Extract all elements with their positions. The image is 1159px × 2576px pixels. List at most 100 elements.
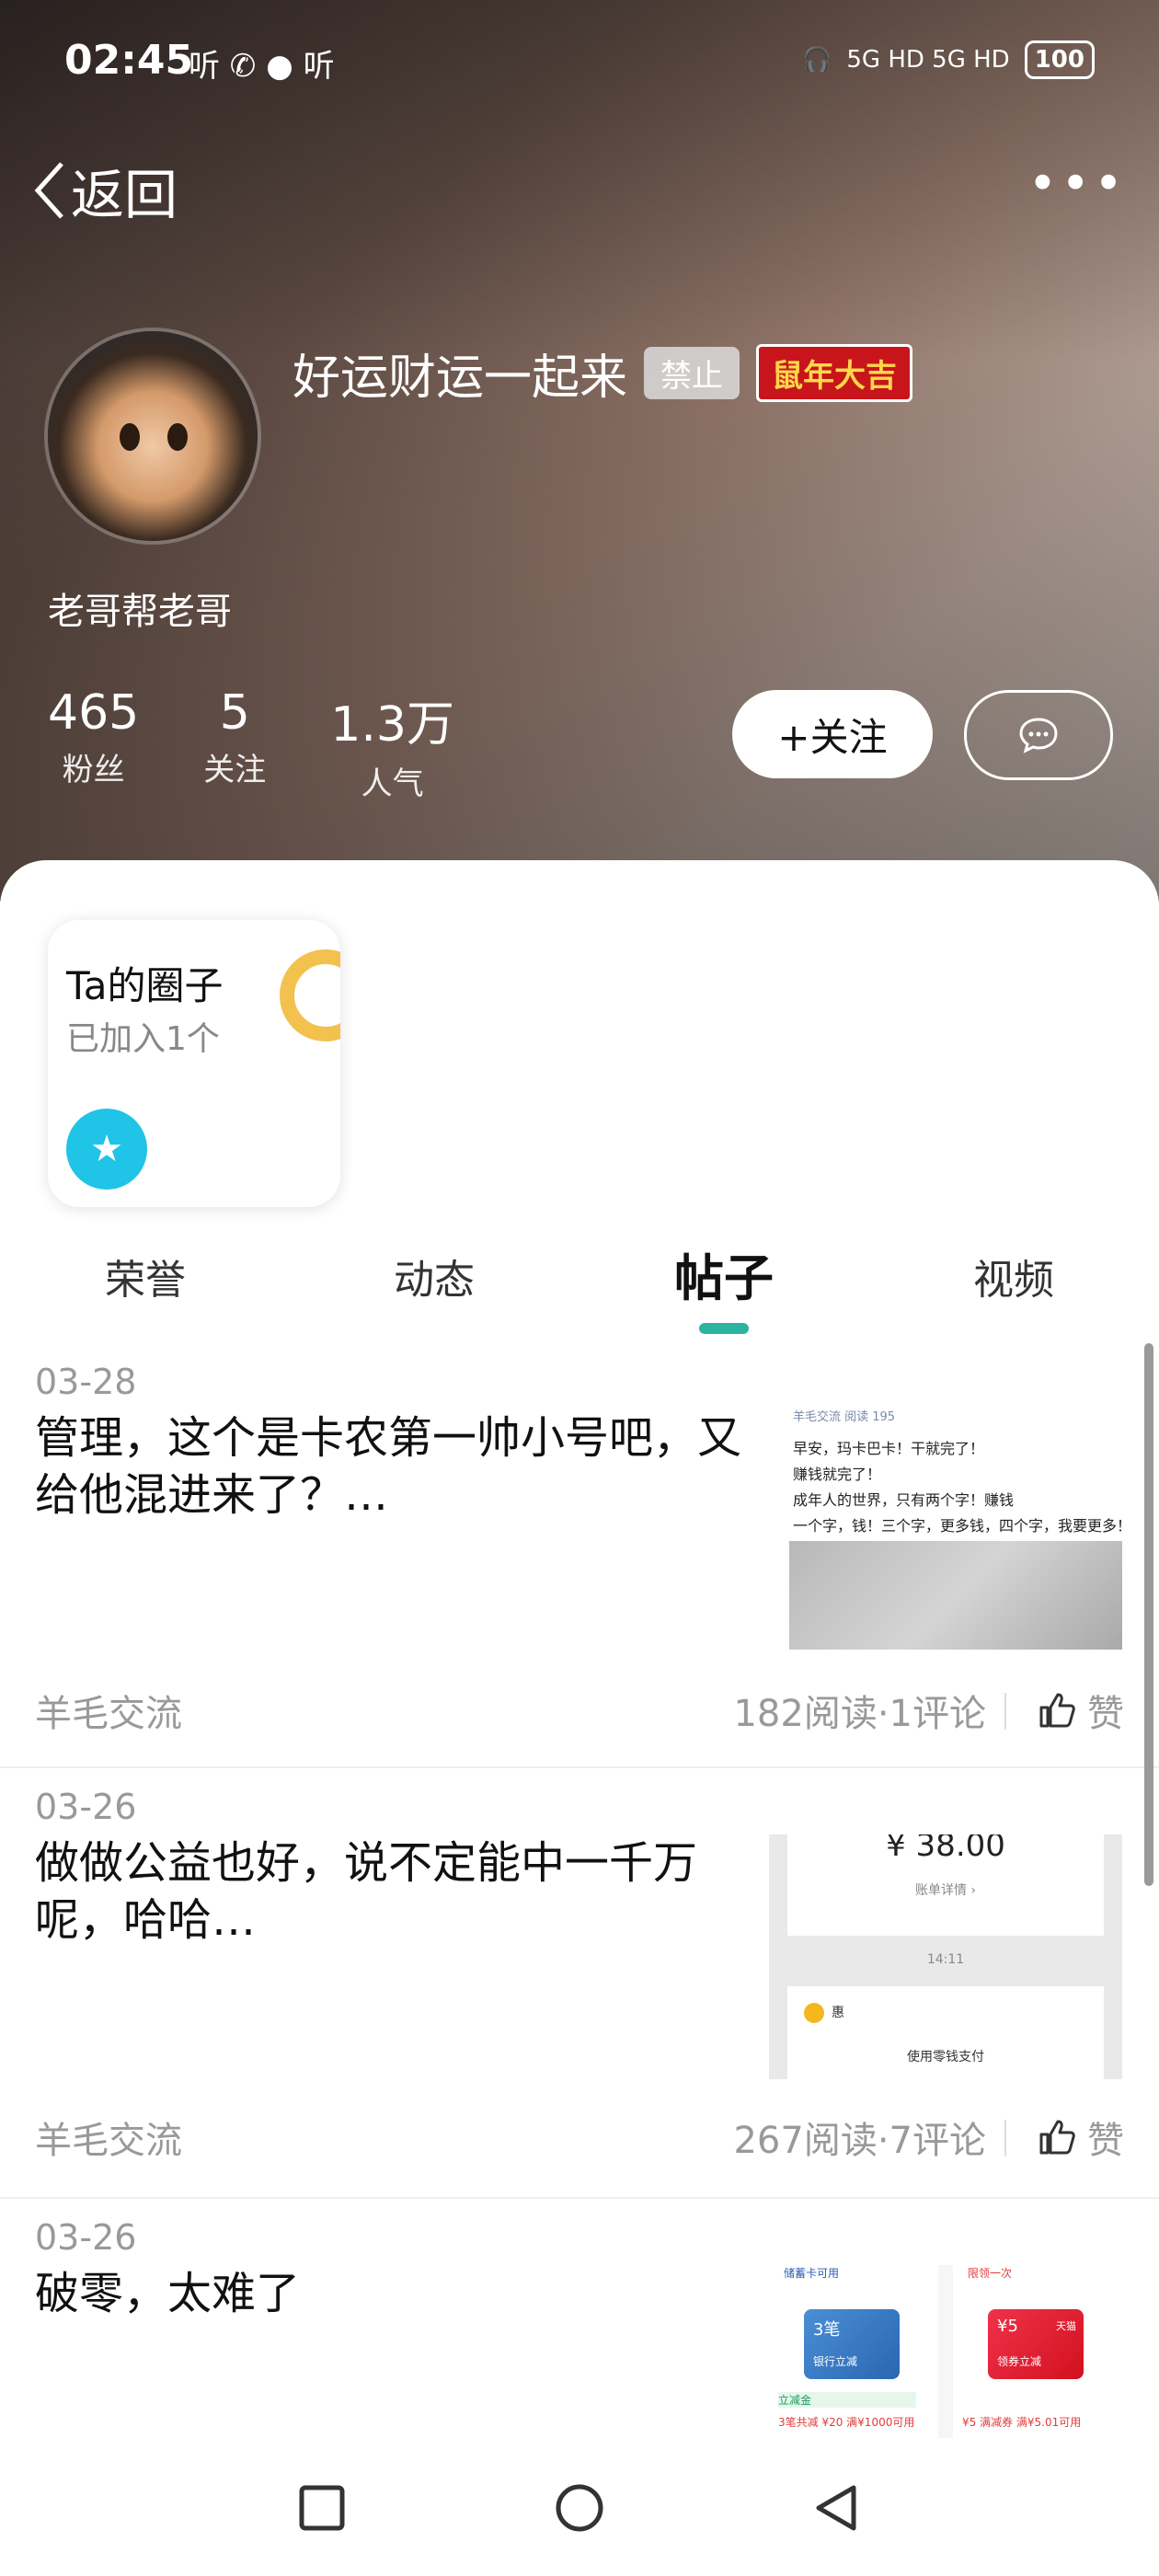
avatar-eye — [120, 423, 140, 451]
stat-label: 粉丝 — [62, 752, 125, 788]
post-item[interactable]: 03-26 做做公益也好，说不定能中一千万呢，哈哈… ¥ 38.00 账单详情 … — [0, 1768, 1159, 2199]
thumb-line: 成年人的世界，只有两个字！赚钱 — [793, 1491, 1015, 1509]
post-date: 03-26 — [35, 2217, 137, 2258]
thumb-coupon-right: 限领一次 ¥5 天猫 领券立减 ¥5 满减券 满¥5.01可用 — [953, 2265, 1122, 2438]
profile-stats: 465 粉丝 5 关注 1.3万 人气 — [48, 685, 454, 803]
circle-card[interactable]: Ta的圈子 已加入1个 ★ — [48, 920, 340, 1207]
divider — [1004, 2120, 1006, 2156]
thumb-line: ¥5 — [997, 2317, 1018, 2336]
avatar-eye — [167, 423, 188, 451]
bio: 老哥帮老哥 — [48, 591, 232, 633]
thumb-line: 天猫 — [1056, 2320, 1076, 2332]
headphone-icon: 🎧 — [802, 46, 832, 74]
circle-ring-icon — [280, 949, 340, 1041]
thumb-line: 银行立减 — [813, 2355, 858, 2368]
post-item[interactable]: 03-28 管理，这个是卡农第一帅小号吧，又给他混进来了？… 羊毛交流 阅读 1… — [0, 1343, 1159, 1768]
status-right-icons: 🎧 5G HD 5G HD 100 — [802, 40, 1095, 79]
thumb-coupon-left: 储蓄卡可用 3笔 银行立减 立减金 3笔共减 ¥20 满¥1000可用 — [769, 2265, 938, 2438]
thumb-line: 储蓄卡可用 — [784, 2267, 840, 2280]
post-date: 03-26 — [35, 1787, 137, 1827]
stat-popularity: 1.3万 人气 — [330, 685, 454, 803]
stat-value: 465 — [48, 685, 140, 741]
thumb-card: ¥ 38.00 账单详情 › — [787, 1834, 1104, 1936]
stat-label: 人气 — [361, 765, 424, 802]
stat-fans[interactable]: 465 粉丝 — [48, 685, 139, 803]
nickname: 好运财运一起来 — [293, 351, 628, 406]
like-label: 赞 — [1087, 2120, 1124, 2162]
thumb-line: ¥ 38.00 — [886, 1834, 1005, 1864]
post-category[interactable]: 羊毛交流 — [35, 1684, 182, 1737]
thumb-line: 14:11 — [926, 1952, 965, 1967]
stat-value: 1.3万 — [330, 697, 454, 753]
more-dots-icon[interactable]: ••• — [1027, 159, 1127, 209]
home-icon[interactable] — [554, 2482, 605, 2534]
thumb-line: 限领一次 — [968, 2267, 1013, 2280]
thumb-line: 领券立减 — [997, 2355, 1042, 2368]
message-button[interactable] — [964, 690, 1113, 780]
battery-icon: 100 — [1024, 40, 1095, 79]
thumb-line: 一个字，钱！三个字，更多钱，四个字，我要更多！ — [793, 1517, 1122, 1535]
thumb-line: 惠 — [832, 2006, 844, 2020]
chat-bubble-icon — [1019, 718, 1058, 753]
bank-card-icon: 3笔 银行立减 — [804, 2309, 900, 2379]
like-label: 赞 — [1087, 1693, 1124, 1735]
back-label: 返回 — [71, 164, 178, 226]
post-thumbnail[interactable]: 储蓄卡可用 3笔 银行立减 立减金 3笔共减 ¥20 满¥1000可用 限领一次… — [769, 2265, 1122, 2438]
circle-card-title: Ta的圈子 — [66, 963, 224, 1008]
back-button[interactable]: 返回 — [32, 152, 178, 229]
tab-activity[interactable]: 动态 — [394, 1247, 475, 1305]
status-time: 02:45 — [64, 37, 194, 84]
post-date: 03-28 — [35, 1362, 137, 1402]
avatar[interactable] — [48, 331, 258, 541]
thumb-photo — [789, 1541, 1122, 1650]
thumb-line: 赚钱就完了！ — [793, 1466, 882, 1483]
status-bar: 02:45 听 ✆ ● 听 🎧 5G HD 5G HD 100 — [64, 37, 1095, 92]
post-category[interactable]: 羊毛交流 — [35, 2110, 182, 2164]
chevron-left-icon — [34, 162, 63, 219]
scrollbar[interactable] — [1144, 1343, 1153, 1886]
thumb-line: 早安，玛卡巴卡！干就完了！ — [793, 1440, 985, 1457]
thumb-line: 羊毛交流 阅读 195 — [793, 1410, 896, 1424]
post-item[interactable]: 03-26 破零，太难了 储蓄卡可用 3笔 银行立减 立减金 3笔共减 ¥20 … — [0, 2199, 1159, 2438]
profile-tabs: 荣誉 动态 帖子 视频 — [0, 1247, 1159, 1339]
tab-posts[interactable]: 帖子 — [674, 1237, 774, 1310]
follow-button[interactable]: +关注 — [732, 690, 933, 778]
ban-badge: 禁止 — [644, 347, 740, 399]
stat-value: 5 — [219, 685, 250, 741]
signal-icon: 5G HD 5G HD — [846, 46, 1010, 74]
system-nav-bar — [0, 2438, 1159, 2576]
tab-honor[interactable]: 荣誉 — [105, 1247, 186, 1305]
thumb-line: 3笔 — [813, 2320, 841, 2340]
post-text: 做做公益也好，说不定能中一千万呢，哈哈… — [35, 1837, 698, 1946]
medal-badge[interactable]: 鼠年大吉 — [756, 344, 913, 402]
tab-videos[interactable]: 视频 — [973, 1247, 1054, 1305]
post-footer: 羊毛交流 182阅读·1评论 赞 — [35, 1684, 1124, 1739]
post-thumbnail[interactable]: 羊毛交流 阅读 195 早安，玛卡巴卡！干就完了！ 赚钱就完了！ 成年人的世界，… — [789, 1403, 1122, 1650]
post-stats: 182阅读·1评论 — [733, 1693, 986, 1735]
top-nav: 返回 ••• — [32, 152, 1127, 235]
thumb-card: 惠 使用零钱支付 — [787, 1986, 1104, 2079]
coupon-card-icon: ¥5 天猫 领券立减 — [988, 2309, 1084, 2379]
like-button[interactable]: 赞 — [1038, 1684, 1124, 1737]
thumb-line: 使用零钱支付 — [907, 2050, 984, 2064]
thumb-line: 账单详情 › — [914, 1883, 977, 1898]
profile-name-row: 好运财运一起来 禁止 鼠年大吉 — [293, 339, 913, 408]
folder-star-icon: ★ — [66, 1109, 147, 1190]
circle-card-subtitle: 已加入1个 — [66, 1020, 220, 1058]
post-text: 破零，太难了 — [35, 2268, 301, 2319]
notification-icons: 听 ✆ ● 听 — [189, 48, 335, 85]
stat-following[interactable]: 5 关注 — [203, 685, 266, 803]
post-footer: 羊毛交流 267阅读·7评论 赞 — [35, 2110, 1124, 2166]
post-thumbnail[interactable]: ¥ 38.00 账单详情 › 14:11 惠 使用零钱支付 — [769, 1834, 1122, 2079]
thumb-line: 立减金 — [778, 2392, 916, 2408]
like-button[interactable]: 赞 — [1038, 2110, 1124, 2164]
recent-apps-icon[interactable] — [296, 2482, 348, 2534]
back-triangle-icon[interactable] — [811, 2482, 863, 2534]
post-stats: 267阅读·7评论 — [733, 2120, 986, 2162]
thumb-line: 3笔共减 ¥20 满¥1000可用 — [778, 2416, 915, 2429]
post-text: 管理，这个是卡农第一帅小号吧，又给他混进来了？… — [35, 1412, 742, 1521]
stat-label: 关注 — [203, 752, 267, 788]
active-tab-indicator — [699, 1323, 749, 1334]
divider — [1004, 1693, 1006, 1730]
thumbs-up-icon — [1039, 2120, 1075, 2155]
